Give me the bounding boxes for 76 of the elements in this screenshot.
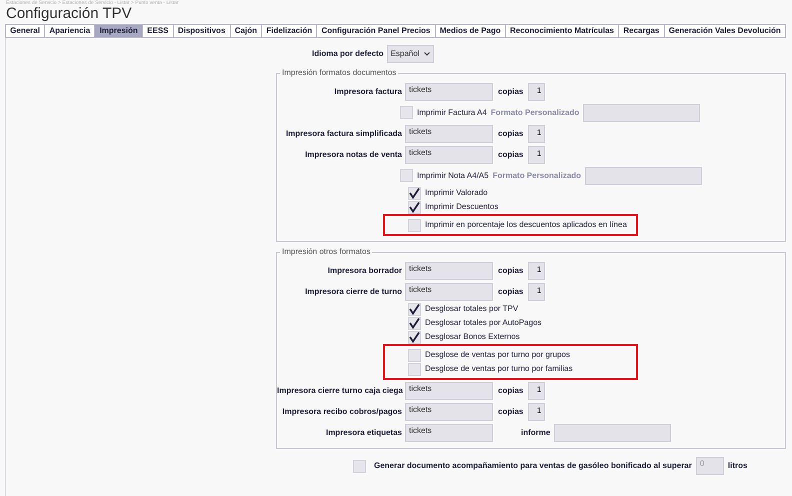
fieldset-legend: Impresión formatos documentos [280,68,398,78]
checkbox[interactable] [408,330,421,344]
copies-field[interactable]: 1 [528,402,546,420]
fieldset-legend: Impresión otros formatos [280,247,372,257]
copies-label: copias [498,148,524,160]
copies-label: copias [498,384,524,396]
format-field[interactable] [583,104,700,122]
tab[interactable]: Cajón [230,24,262,38]
chevron-down-icon [424,52,430,56]
copies-label: copias [498,286,524,298]
tab[interactable]: Dispositivos [172,24,231,38]
input-field[interactable]: tickets [405,402,493,420]
copies-field[interactable]: 1 [528,282,546,300]
option-label: Desglose de ventas por turno por grupos [425,349,570,361]
input-field[interactable]: tickets [405,382,493,400]
field-label: Impresora cierre turno caja ciega [277,384,404,396]
copies-field[interactable]: 1 [528,262,546,280]
copies-label: copias [498,128,524,140]
field-label: Impresora cierre de turno [304,286,403,298]
copies-label: copias [498,406,524,418]
option-label: Generar documento acompañamiento para ventas de gasóleo bonificado al superar [374,460,692,472]
tab[interactable]: Recargas [618,24,665,38]
copies-field[interactable]: 1 [528,82,546,100]
option-label: Imprimir Valorado [425,187,488,199]
copies-field[interactable]: 1 [528,124,546,142]
tab[interactable]: Apariencia [44,24,96,38]
tab[interactable]: Impresión [94,24,143,38]
field-label: Impresora notas de venta [304,148,403,160]
copies-label: copias [498,86,524,98]
checkmark-icon [409,318,420,328]
tab[interactable]: Fidelización [261,24,318,38]
field-label: Idioma por defecto [312,48,384,60]
checkmark-icon [409,332,420,342]
tab[interactable]: Medios de Pago [434,24,506,38]
option-label: Desglose de ventas por turno por familias [425,363,573,375]
field-label: Impresora etiquetas [324,426,403,438]
tab[interactable]: Generación Vales Devolución [664,24,786,38]
checkbox[interactable] [408,200,421,214]
checkmark-icon [409,202,420,212]
checkbox[interactable] [408,186,421,200]
input-field[interactable]: tickets [405,424,493,442]
input-field[interactable]: tickets [405,82,493,100]
input-field[interactable]: tickets [405,262,493,280]
field-label: Impresora factura simplificada [284,128,403,140]
option-label: Imprimir Factura A4 [417,106,487,118]
page-title: Configuración TPV [5,6,133,22]
option-label: Desglosar Bonos Externos [425,331,520,343]
unit-label: litros [728,460,748,472]
checkmark-icon [409,188,420,198]
tab[interactable]: Reconocimiento Matrículas [504,24,620,38]
report-label: informe [521,426,550,438]
input-field[interactable]: tickets [405,282,493,300]
checkbox[interactable] [408,302,421,316]
option-label: Imprimir Nota A4/A5 [417,170,489,182]
option-label: Imprimir Descuentos [425,201,498,213]
language-select[interactable]: Español [386,45,434,63]
option-label: Desglosar totales por TPV [425,303,518,315]
copies-field[interactable]: 1 [528,146,546,164]
copies-field[interactable]: 1 [528,382,546,400]
format-label: Formato Personalizado [490,106,580,118]
format-field[interactable] [585,166,702,184]
format-label: Formato Personalizado [492,170,582,182]
field-label: Impresora factura [333,86,403,98]
checkbox[interactable] [408,316,421,330]
option-label: Imprimir en porcentaje los descuentos aplicados en línea [425,219,627,231]
report-field[interactable] [554,424,672,442]
field-label: Impresora borrador [326,264,403,276]
tab[interactable]: EESS [142,24,174,38]
input-field[interactable]: tickets [405,124,493,142]
tab[interactable]: General [5,24,46,38]
copies-label: copias [498,264,524,276]
field-label: Impresora recibo cobros/pagos [281,406,403,418]
option-label: Desglosar totales por AutoPagos [425,317,542,329]
tab[interactable]: Configuración Panel Precios [316,24,436,38]
input-field[interactable]: tickets [405,146,493,164]
checkmark-icon [409,304,420,314]
